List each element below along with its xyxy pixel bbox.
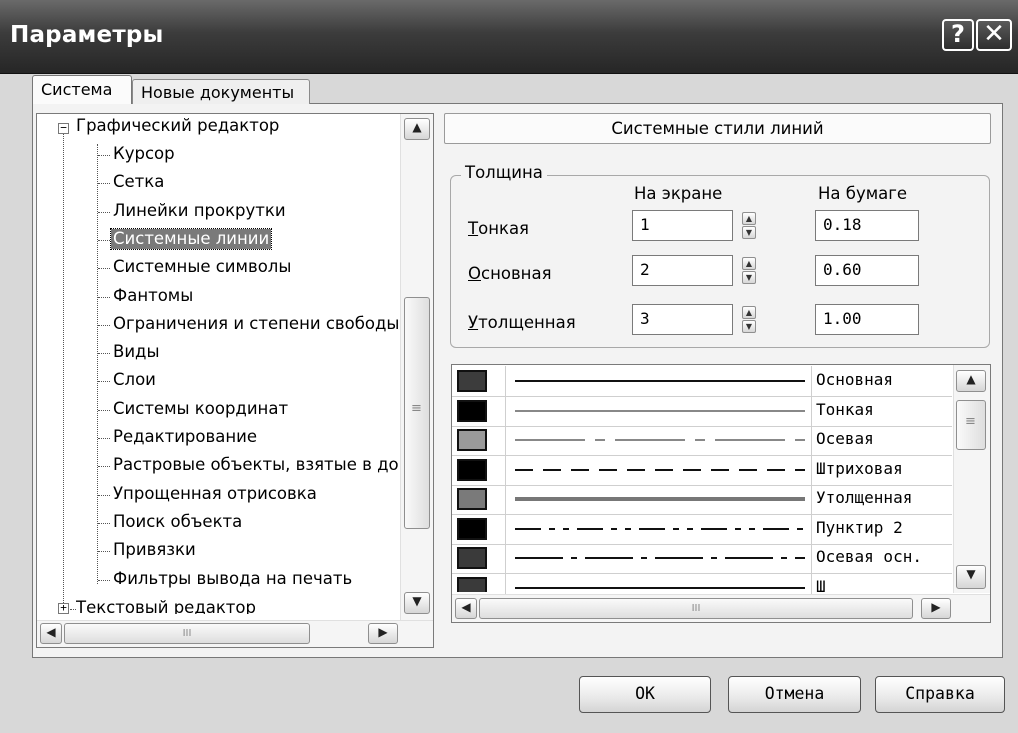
scroll-down-button[interactable]: ▼ [956,565,986,589]
tab-system[interactable]: Система [32,75,132,104]
scroll-right-button[interactable]: ▶ [921,598,951,619]
scroll-up-button[interactable]: ▲ [956,370,986,392]
grip-icon: ≡ [965,414,976,429]
line-style-previews [515,380,805,589]
cancel-button[interactable]: Отмена [728,676,861,713]
scroll-left-button[interactable]: ◀ [455,598,477,619]
help-dialog-button[interactable]: Справка [875,676,1005,713]
list-hscroll-thumb[interactable]: III [479,598,913,619]
ok-button[interactable]: OK [579,676,711,713]
